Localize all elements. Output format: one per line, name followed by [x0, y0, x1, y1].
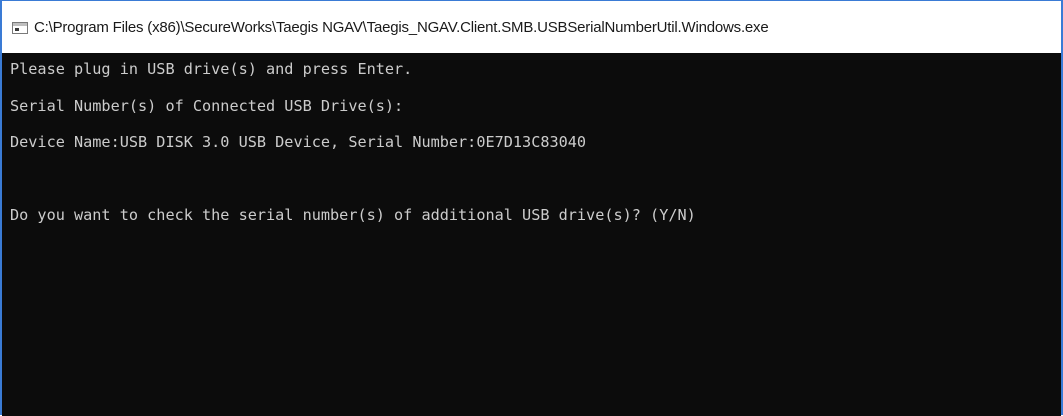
window-title: C:\Program Files (x86)\SecureWorks\Taegi… — [34, 18, 769, 36]
title-bar[interactable]: C:\Program Files (x86)\SecureWorks\Taegi… — [2, 1, 1061, 53]
console-line-prompt: Please plug in USB drive(s) and press En… — [10, 60, 413, 78]
console-line-device: Device Name:USB DISK 3.0 USB Device, Ser… — [10, 133, 587, 151]
console-app-icon[interactable] — [12, 21, 28, 34]
console-output[interactable]: Please plug in USB drive(s) and press En… — [2, 53, 1061, 416]
console-line-question: Do you want to check the serial number(s… — [10, 206, 696, 224]
console-line-header: Serial Number(s) of Connected USB Drive(… — [10, 96, 404, 115]
console-window[interactable]: C:\Program Files (x86)\SecureWorks\Taegi… — [0, 0, 1063, 416]
